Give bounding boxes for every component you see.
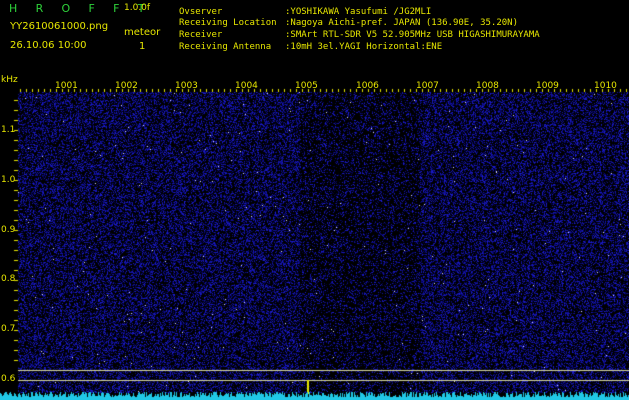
location-key: Receiving Location [179,18,277,28]
meteor-label: meteor [124,27,161,38]
x-tick-label: 1003 [175,81,198,91]
x-tick-label: 1006 [356,81,379,91]
x-tick-label: 1005 [295,81,318,91]
observer-key: Ovserver [179,7,223,17]
antenna-value: :10mH 3el.YAGI Horizontal:ENE [285,42,443,52]
app-version: 1.0.0f [124,3,151,13]
x-tick-label: 1004 [235,81,258,91]
receiver-value: :SMArt RTL-SDR V5 52.905MHz USB HIGASHIM… [285,30,540,40]
y-tick-label: 1.1 [1,125,16,135]
x-tick-label: 1010 [594,81,617,91]
x-tick-label: 1009 [536,81,559,91]
x-tick-label: 1001 [55,81,78,91]
antenna-key: Receiving Antenna [179,42,272,52]
location-value: :Nagoya Aichi-pref. JAPAN (136.90E, 35.2… [285,18,518,28]
y-tick-label: 0.8 [1,274,16,284]
receiver-key: Receiver [179,30,223,40]
file-name: YY2610061000.png [10,21,109,32]
x-tick-label: 1002 [115,81,138,91]
y-tick-label: 1.0 [1,175,16,185]
spectrogram [0,0,629,400]
datetime: 26.10.06 10:00 [10,40,87,51]
observer-value: :YOSHIKAWA Yasufumi /JG2MLI [285,7,432,17]
y-tick-label: 0.6 [1,374,16,384]
meteor-count: 1 [139,41,146,52]
y-axis-unit: kHz [1,75,18,85]
x-tick-label: 1008 [476,81,499,91]
y-tick-label: 0.9 [1,225,16,235]
x-tick-label: 1007 [416,81,439,91]
y-tick-label: 0.7 [1,324,16,334]
